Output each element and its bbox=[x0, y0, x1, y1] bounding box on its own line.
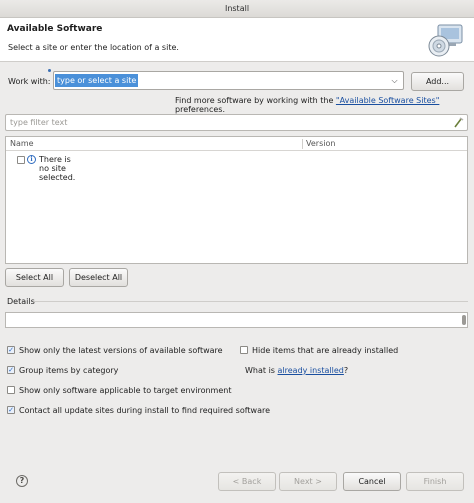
filter-input[interactable]: type filter text bbox=[5, 114, 468, 131]
row-checkbox[interactable] bbox=[17, 156, 25, 164]
details-scrollbar[interactable] bbox=[462, 315, 466, 325]
details-separator bbox=[34, 301, 468, 302]
table-header: Name Version bbox=[6, 137, 467, 151]
details-label: Details bbox=[7, 297, 35, 306]
back-button[interactable]: < Back bbox=[218, 472, 276, 491]
window-title-bar: Install bbox=[0, 0, 474, 18]
work-with-input[interactable]: type or select a site bbox=[55, 74, 139, 87]
next-button[interactable]: Next > bbox=[279, 472, 337, 491]
available-software-sites-link[interactable]: "Available Software Sites" bbox=[336, 96, 439, 105]
info-icon: i bbox=[27, 155, 36, 164]
window-title: Install bbox=[224, 4, 250, 13]
content-assist-indicator-icon bbox=[48, 69, 51, 72]
group-by-category-checkbox[interactable]: ✓ bbox=[7, 365, 15, 374]
add-site-button[interactable]: Add... bbox=[411, 72, 464, 91]
already-installed-link[interactable]: already installed bbox=[278, 366, 344, 375]
applicable-only-option[interactable]: Show only software applicable to target … bbox=[7, 385, 231, 398]
latest-versions-checkbox[interactable]: ✓ bbox=[7, 345, 15, 354]
hide-installed-option[interactable]: Hide items that are already installed bbox=[240, 345, 398, 358]
clear-filter-icon[interactable] bbox=[453, 117, 464, 128]
select-all-button[interactable]: Select All bbox=[5, 268, 64, 287]
applicable-only-checkbox[interactable] bbox=[7, 385, 15, 394]
page-subtitle: Select a site or enter the location of a… bbox=[8, 43, 179, 52]
what-is-installed-text: What is already installed? bbox=[245, 366, 349, 375]
row-name: There is no site selected. bbox=[39, 155, 76, 182]
column-header-version[interactable]: Version bbox=[306, 139, 335, 148]
wizard-banner: Available Software Select a site or ente… bbox=[0, 18, 474, 62]
filter-placeholder: type filter text bbox=[10, 118, 68, 127]
contact-all-sites-checkbox[interactable]: ✓ bbox=[7, 405, 15, 414]
help-icon[interactable]: ? bbox=[16, 475, 28, 487]
work-with-combo[interactable]: type or select a site ⌵ bbox=[53, 71, 404, 90]
page-title: Available Software bbox=[7, 24, 103, 34]
find-more-text: Find more software by working with the "… bbox=[175, 96, 440, 114]
group-by-category-option[interactable]: ✓ Group items by category bbox=[7, 365, 118, 378]
contact-all-sites-option[interactable]: ✓ Contact all update sites during install… bbox=[7, 405, 270, 418]
work-with-label: Work with: bbox=[8, 77, 51, 86]
latest-versions-option[interactable]: ✓ Show only the latest versions of availa… bbox=[7, 345, 223, 358]
finish-button[interactable]: Finish bbox=[406, 472, 464, 491]
deselect-all-button[interactable]: Deselect All bbox=[69, 268, 128, 287]
details-text-area[interactable] bbox=[5, 312, 468, 328]
column-header-name[interactable]: Name bbox=[10, 139, 34, 148]
install-software-cd-icon bbox=[428, 24, 463, 57]
hide-installed-checkbox[interactable] bbox=[240, 345, 248, 354]
software-table[interactable]: Name Version i There is no site selected… bbox=[5, 136, 468, 264]
chevron-down-icon[interactable]: ⌵ bbox=[387, 73, 402, 88]
column-divider bbox=[302, 139, 303, 149]
cancel-button[interactable]: Cancel bbox=[343, 472, 401, 491]
